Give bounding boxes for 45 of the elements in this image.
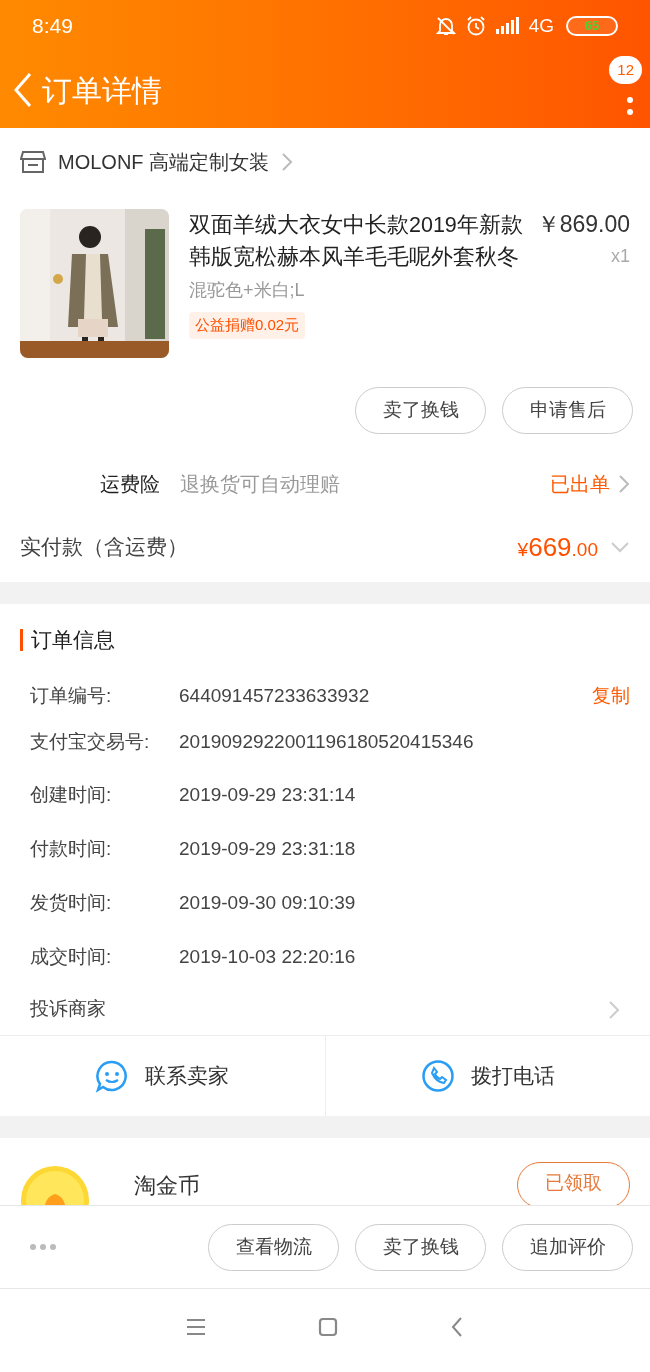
product-quantity: x1 <box>611 245 630 268</box>
back-icon[interactable] <box>12 72 34 108</box>
info-value: 2019-09-29 23:31:18 <box>179 836 356 861</box>
payment-amount: ¥669.00 <box>517 530 598 564</box>
home-icon[interactable] <box>318 1316 338 1337</box>
coin-title: 淘金币 <box>134 1172 200 1200</box>
info-value: 2019-09-30 09:10:39 <box>179 890 356 915</box>
muted-bell-icon <box>434 15 457 37</box>
chat-face-icon <box>95 1059 130 1093</box>
status-time: 8:49 <box>32 13 73 40</box>
back-icon[interactable] <box>450 1315 464 1338</box>
info-label: 发货时间: <box>30 890 113 915</box>
more-dots-icon[interactable] <box>29 1243 57 1251</box>
menu-icon[interactable] <box>186 1317 206 1336</box>
shop-name[interactable]: MOLONF 高端定制女装 <box>58 147 270 177</box>
insurance-description: 退换货可自动理赔 <box>180 472 340 497</box>
chevron-right-icon <box>618 474 630 494</box>
chevron-right-icon <box>608 999 620 1020</box>
info-value: 2019-10-03 22:20:16 <box>179 944 356 969</box>
info-value: 644091457233633932 <box>179 683 370 708</box>
contact-button[interactable]: 联系卖家 <box>0 1036 325 1116</box>
chevron-right-icon <box>281 152 294 172</box>
more-icon[interactable] <box>626 95 634 117</box>
page-title: 订单详情 <box>42 72 162 109</box>
network-label: 4G <box>528 13 554 38</box>
insurance-label: 运费险 <box>100 472 160 497</box>
info-value: 2019092922001196180520415346 <box>179 729 474 754</box>
complaint-link[interactable]: 投诉商家 <box>30 995 106 1024</box>
info-label: 创建时间: <box>30 782 113 807</box>
section-title: 订单信息 <box>20 629 115 651</box>
store-icon <box>20 150 46 174</box>
product-title[interactable]: 双面羊绒大衣女中长款2019年新款韩版宽松赫本风羊毛毛呢外套秋冬 <box>189 209 525 273</box>
notification-badge: 12 <box>609 56 642 84</box>
info-value: 2019-09-29 23:31:14 <box>179 782 356 807</box>
phone-icon <box>420 1059 455 1093</box>
info-label: 付款时间: <box>30 836 113 861</box>
battery-indicator: 65 <box>566 16 618 36</box>
product-variant: 混驼色+米白;L <box>189 279 306 302</box>
info-label: 成交时间: <box>30 944 113 969</box>
info-label: 支付宝交易号: <box>30 729 151 754</box>
payment-label: 实付款（含运费） <box>20 534 188 561</box>
info-label: 订单编号: <box>30 683 113 708</box>
signal-icon <box>494 16 521 36</box>
donation-tag: 公益捐赠0.02元 <box>189 312 306 339</box>
product-price: ￥869.00 <box>536 210 630 239</box>
